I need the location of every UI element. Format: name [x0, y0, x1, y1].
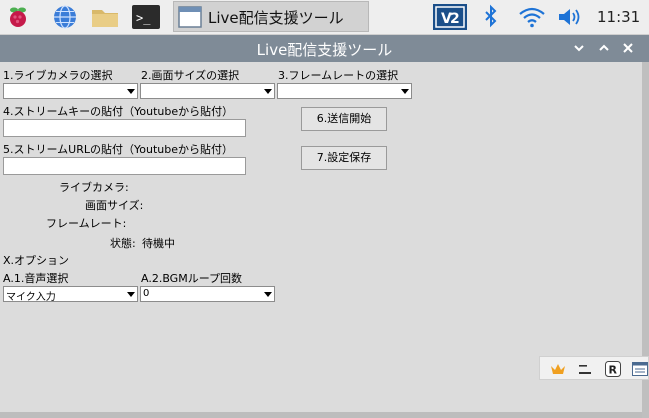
volume-icon[interactable] — [556, 4, 582, 30]
terminal-icon[interactable]: >_ — [131, 4, 161, 30]
audio-select-value: マイク入力 — [6, 292, 56, 303]
audio-select[interactable]: マイク入力 — [3, 286, 138, 303]
size-status-label: 画面サイズ: — [85, 199, 144, 212]
svg-text:2: 2 — [450, 11, 460, 27]
camera-select-label: 1.ライブカメラの選択 — [3, 69, 113, 82]
window-icon — [177, 4, 203, 30]
fps-status-label: フレームレート: — [46, 217, 127, 230]
state-value: 待機中 — [142, 237, 175, 250]
dropdown-arrow-icon — [264, 292, 272, 297]
state-label: 状態: — [110, 237, 136, 250]
floating-tray-panel: R — [539, 356, 649, 380]
audio-select-label: A.1.音声選択 — [3, 272, 69, 285]
vnc-icon[interactable]: V 2 — [433, 4, 467, 30]
options-label: X.オプション — [3, 254, 70, 267]
window-list-icon[interactable] — [632, 361, 648, 377]
chevron-down-icon[interactable] — [572, 40, 586, 54]
window-title: Live配信支援ツール — [256, 41, 393, 59]
chevron-up-icon[interactable] — [597, 40, 611, 54]
wifi-icon[interactable] — [518, 4, 546, 30]
dropdown-arrow-icon — [264, 89, 272, 94]
clock: 11:31 — [597, 8, 641, 26]
start-stream-button[interactable]: 6.送信開始 — [301, 107, 387, 131]
r-icon[interactable]: R — [605, 361, 621, 377]
camera-select[interactable] — [3, 83, 138, 99]
taskbar: >_ Live配信支援ツール V 2 11:31 — [0, 0, 649, 35]
window-titlebar[interactable]: Live配信支援ツール — [0, 35, 649, 62]
terminal-glyph: >_ — [136, 11, 151, 25]
bgm-loop-select[interactable]: 0 — [140, 286, 275, 302]
globe-icon[interactable] — [52, 4, 78, 30]
save-settings-button[interactable]: 7.設定保存 — [301, 146, 387, 170]
dropdown-arrow-icon — [127, 292, 135, 297]
folder-icon[interactable] — [90, 4, 122, 30]
bluetooth-icon[interactable] — [482, 4, 500, 30]
r-icon-glyph: R — [609, 364, 618, 377]
window-bottom-edge — [0, 412, 642, 418]
streamurl-label: 5.ストリームURLの貼付（Youtubeから貼付） — [3, 143, 233, 156]
close-icon[interactable] — [621, 40, 635, 54]
dropdown-arrow-icon — [127, 89, 135, 94]
fps-select-label: 3.フレームレートの選択 — [278, 69, 399, 82]
camera-status-label: ライブカメラ: — [59, 181, 129, 194]
bgm-loop-value: 0 — [143, 288, 150, 299]
dropdown-arrow-icon — [401, 89, 409, 94]
streamkey-label: 4.ストリームキーの貼付（Youtubeから貼付） — [3, 105, 234, 118]
streamurl-input[interactable] — [3, 157, 246, 175]
bgm-loop-label: A.2.BGMループ回数 — [141, 272, 243, 285]
minimize-icon[interactable] — [577, 361, 593, 377]
taskbar-window-title: Live配信支援ツール — [208, 9, 344, 27]
crown-icon[interactable] — [550, 361, 566, 377]
size-select-label: 2.画面サイズの選択 — [141, 69, 240, 82]
streamkey-input[interactable] — [3, 119, 246, 137]
raspberry-icon[interactable] — [5, 4, 31, 30]
fps-select[interactable] — [277, 83, 412, 99]
size-select[interactable] — [140, 83, 275, 99]
